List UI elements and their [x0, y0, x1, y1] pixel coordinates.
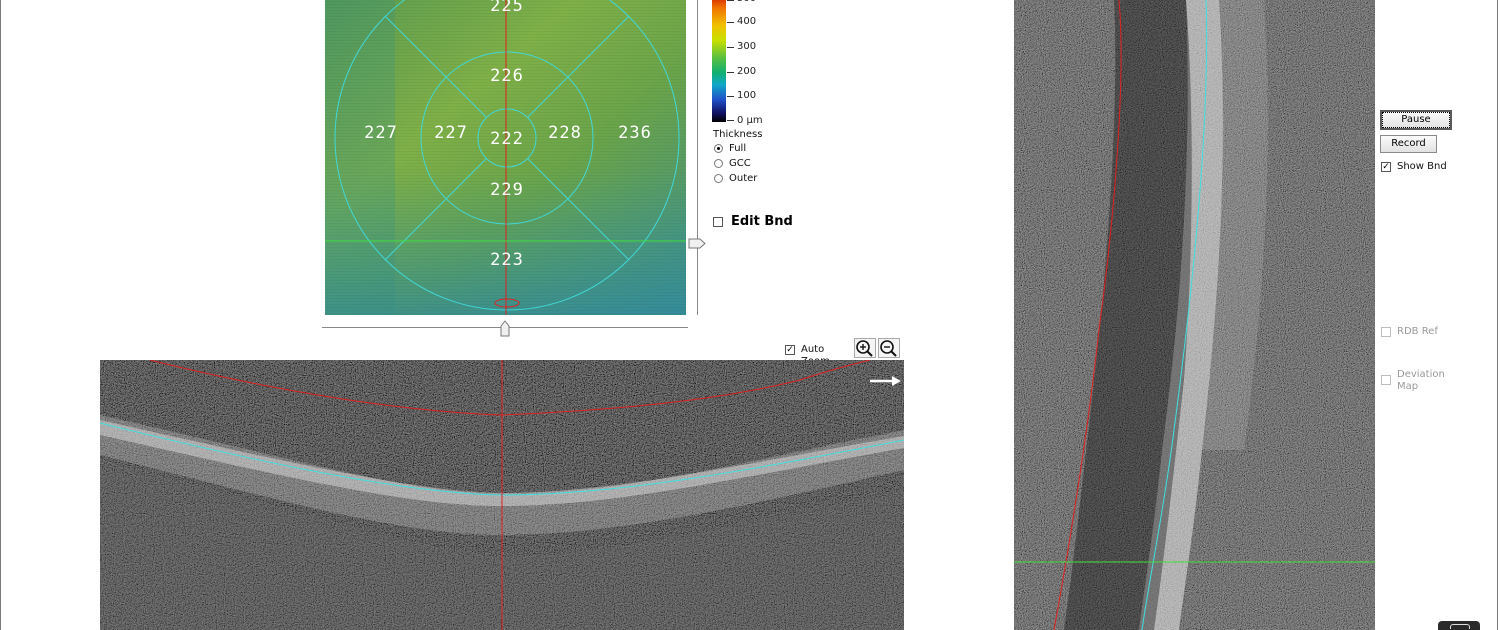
vertical-slider-track[interactable]	[697, 0, 698, 315]
auto-zoom-checkbox[interactable]: ✓	[785, 345, 795, 355]
sector-temporal-outer: 227	[364, 123, 398, 143]
thickness-option-outer[interactable]: Outer	[713, 173, 773, 186]
scale-tick-200: 200	[737, 66, 757, 77]
scale-tick-400: 400	[737, 16, 757, 27]
sector-nasal-inner: 228	[548, 123, 582, 143]
rdb-ref-label: RDB Ref	[1397, 326, 1438, 337]
window-left-border	[0, 0, 1, 630]
vertical-bscan[interactable]	[1014, 0, 1375, 630]
auto-zoom-toggle[interactable]: ✓ Auto Zoom	[785, 343, 855, 367]
radio-gcc-label: GCC	[729, 158, 751, 169]
arrow-right-icon	[870, 376, 901, 386]
thickness-option-full[interactable]: Full	[713, 143, 773, 156]
sector-superior-inner: 226	[490, 66, 524, 86]
scale-tick-300: 300	[737, 41, 757, 52]
zoom-in-icon[interactable]	[854, 338, 876, 358]
deviation-map-label-line1: Deviation	[1397, 369, 1445, 380]
edit-bnd-checkbox[interactable]	[713, 217, 723, 227]
rdb-ref-checkbox[interactable]	[1381, 327, 1391, 337]
record-button[interactable]: Record	[1380, 135, 1437, 153]
thickness-option-gcc[interactable]: GCC	[713, 158, 773, 171]
sector-temporal-inner: 227	[434, 123, 468, 143]
scale-tick-100: 100	[737, 90, 757, 101]
deviation-map-label-line2: Map	[1397, 381, 1419, 392]
radio-full[interactable]	[714, 144, 723, 153]
thickness-color-scale	[712, 0, 726, 122]
rdb-ref-toggle[interactable]: RDB Ref	[1381, 326, 1461, 339]
vertical-slider-thumb[interactable]	[688, 234, 706, 249]
sector-superior-outer: 225	[490, 0, 524, 16]
pause-button[interactable]: Pause	[1380, 110, 1452, 130]
radio-gcc[interactable]	[714, 159, 723, 168]
window-right-border	[1497, 0, 1498, 630]
thickness-label: Thickness	[713, 129, 763, 140]
thickness-map[interactable]: 225 226 227 227 222 228 236 229 223	[325, 0, 686, 315]
deviation-map-checkbox[interactable]	[1381, 375, 1391, 385]
sector-inferior-outer: 223	[490, 250, 524, 270]
sector-center: 222	[490, 129, 524, 149]
edit-bnd-label: Edit Bnd	[731, 214, 793, 229]
sector-nasal-outer: 236	[618, 123, 652, 143]
horizontal-slider-thumb[interactable]	[500, 320, 510, 337]
zoom-out-icon[interactable]	[878, 338, 900, 358]
scale-tick-0: 0 µm	[737, 115, 763, 126]
scale-tick-500: 500	[737, 0, 756, 5]
edit-bnd-toggle[interactable]: Edit Bnd	[713, 214, 803, 230]
show-bnd-label: Show Bnd	[1397, 161, 1447, 172]
show-bnd-checkbox[interactable]: ✓	[1381, 162, 1391, 172]
horizontal-bscan[interactable]	[100, 360, 904, 630]
thickness-map-canvas: 225 226 227 227 222 228 236 229 223	[325, 0, 686, 315]
vertical-bscan-image	[1014, 0, 1375, 630]
radio-outer-label: Outer	[729, 173, 758, 184]
radio-full-label: Full	[729, 143, 747, 154]
show-bnd-toggle[interactable]: ✓ Show Bnd	[1381, 161, 1461, 174]
deviation-map-toggle[interactable]: Deviation Map	[1381, 369, 1461, 395]
horizontal-bscan-image	[100, 360, 904, 630]
corner-app-icon[interactable]	[1438, 621, 1480, 630]
radio-outer[interactable]	[714, 174, 723, 183]
sector-inferior-inner: 229	[490, 180, 524, 200]
